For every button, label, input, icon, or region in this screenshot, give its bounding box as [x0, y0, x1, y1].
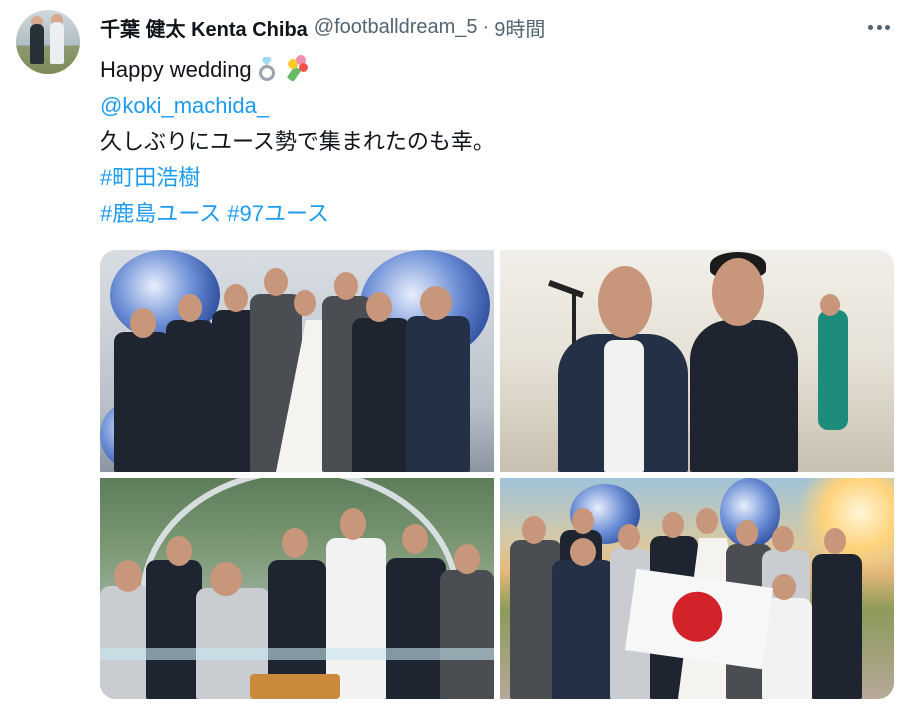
tweet-line: @koki_machida_	[100, 88, 890, 124]
ring-emoji	[256, 57, 278, 81]
avatar-person-body	[50, 22, 64, 64]
tweet-sentence: 久しぶりにユース勢で集まれたのも幸。	[100, 129, 495, 154]
tweet-line: Happy wedding	[100, 52, 890, 88]
tweet-line: #鹿島ユース #97ユース	[100, 196, 890, 232]
display-name[interactable]: 千葉 健太 Kenta Chiba	[100, 13, 308, 42]
photo-group-wedding[interactable]	[100, 250, 494, 472]
photo-two-men[interactable]	[500, 250, 894, 472]
avatar-person-body	[30, 24, 44, 64]
tweet-line: 久しぶりにユース勢で集まれたのも幸。	[100, 124, 890, 160]
avatar[interactable]	[16, 10, 80, 74]
header-separator: ·	[482, 15, 490, 38]
media-grid	[100, 250, 894, 699]
tweet-line: #町田浩樹	[100, 160, 890, 196]
user-handle[interactable]: @footballdream_5	[314, 16, 478, 39]
tweet-greeting: Happy wedding	[100, 57, 252, 82]
tweet-timestamp[interactable]: 9時間	[494, 13, 545, 42]
tweet-header: 千葉 健太 Kenta Chiba @footballdream_5 · 9時間	[100, 13, 545, 42]
mention-link[interactable]: @koki_machida_	[100, 93, 269, 118]
bouquet-emoji	[284, 55, 310, 83]
tweet-text: Happy wedding @koki_machida_ 久しぶりにユース勢で集…	[100, 52, 890, 232]
hashtag-link[interactable]: #町田浩樹	[100, 165, 200, 190]
hashtag-link[interactable]: #鹿島ユース	[100, 201, 221, 226]
photo-group-window[interactable]	[100, 478, 494, 699]
photo-group-flag[interactable]	[500, 478, 894, 699]
hashtag-link[interactable]: #97ユース	[227, 201, 329, 226]
more-icon[interactable]	[866, 16, 892, 38]
